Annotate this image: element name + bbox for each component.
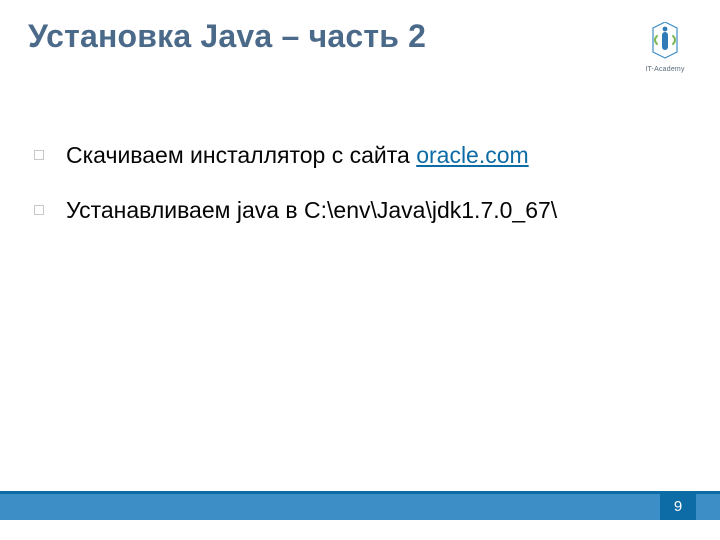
oracle-link[interactable]: oracle.com bbox=[416, 142, 528, 168]
list-item-text: Устанавливаем java в С:\env\Java\jdk1.7.… bbox=[66, 195, 690, 226]
slide: Установка Java – часть 2 IT-Academy Скач… bbox=[0, 0, 720, 540]
list-item-text: Скачиваем инсталлятор с сайта oracle.com bbox=[66, 140, 690, 171]
list-item: Скачиваем инсталлятор с сайта oracle.com bbox=[34, 140, 690, 171]
bullet-marker-icon bbox=[34, 150, 44, 160]
page-title: Установка Java – часть 2 bbox=[28, 18, 426, 55]
list-item: Устанавливаем java в С:\env\Java\jdk1.7.… bbox=[34, 195, 690, 226]
page-number: 9 bbox=[660, 492, 696, 520]
brand-logo-caption: IT-Academy bbox=[640, 66, 690, 73]
it-academy-icon bbox=[647, 22, 683, 64]
footer-bar bbox=[0, 494, 720, 520]
bullet-list: Скачиваем инсталлятор с сайта oracle.com… bbox=[34, 140, 690, 250]
bullet-marker-icon bbox=[34, 205, 44, 215]
brand-logo: IT-Academy bbox=[640, 22, 690, 73]
